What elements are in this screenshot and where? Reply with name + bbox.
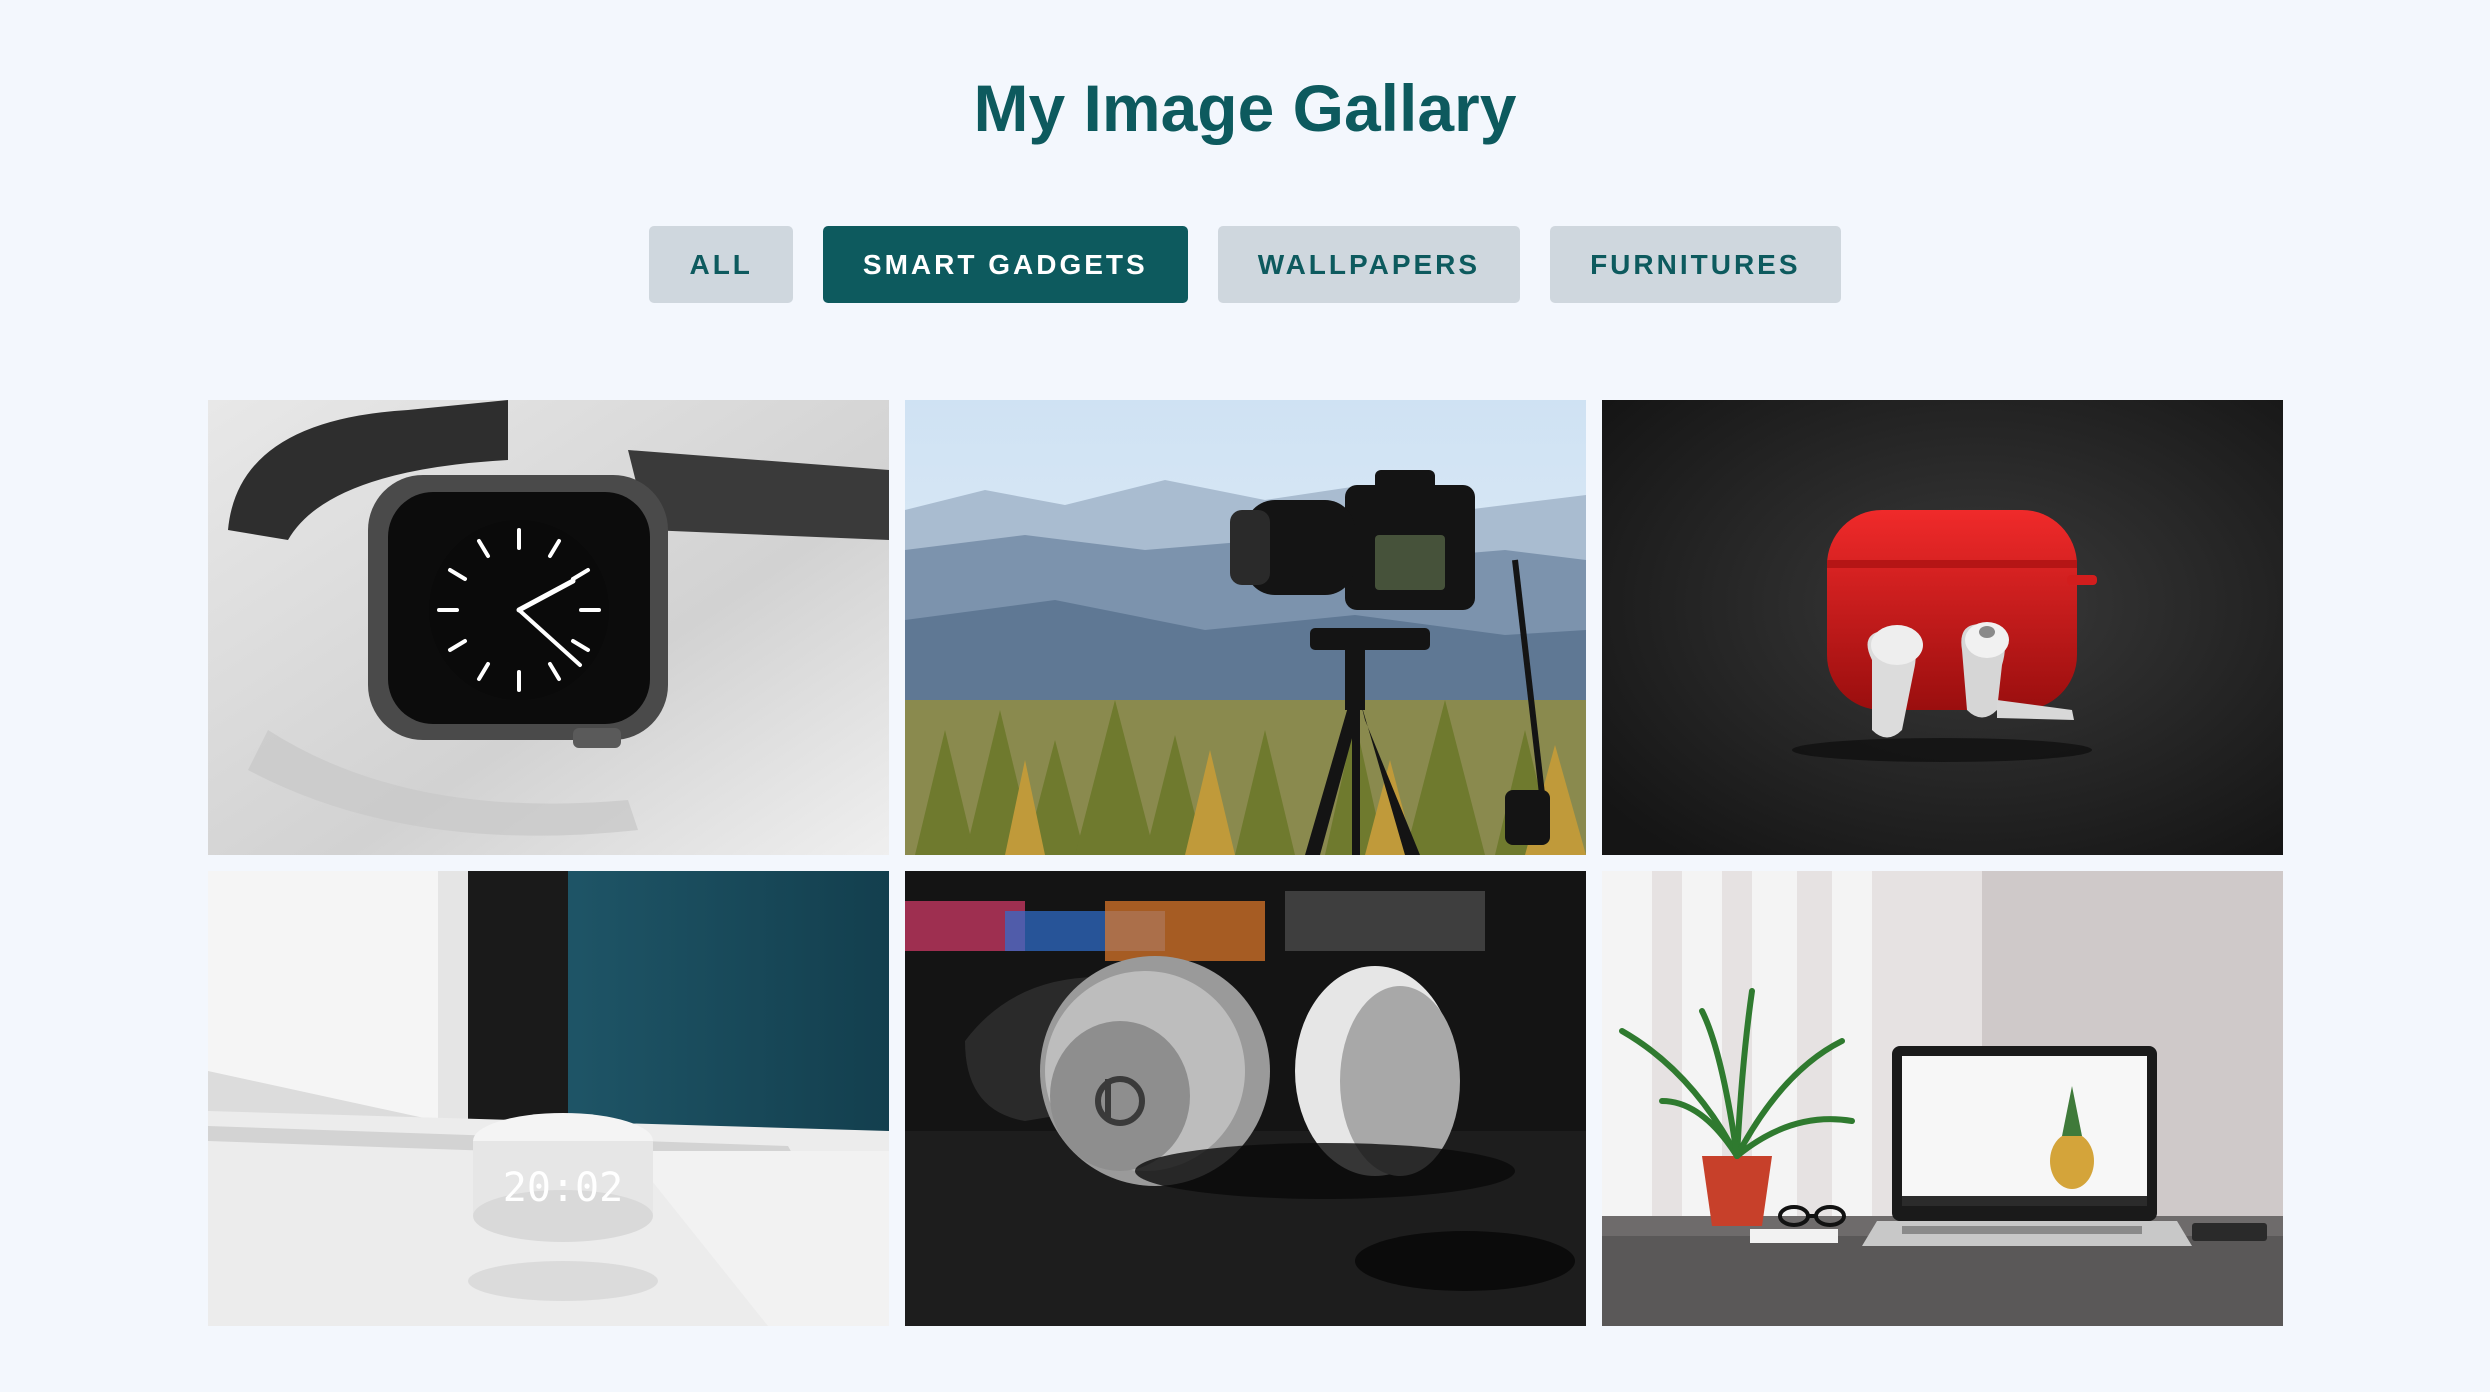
headphones-photo [905,871,1586,1326]
laptop-desk-photo [1602,871,2283,1326]
filter-all-button[interactable]: ALL [649,226,793,303]
gallery-image-smart-watch[interactable] [208,400,889,855]
earbuds-photo [1602,400,2283,855]
page-title: My Image Gallary [973,71,1517,145]
speaker-clock-display: 20:02 [503,1165,623,1211]
filter-furnitures-button[interactable]: FURNITURES [1550,226,1841,303]
gallery-image-earbuds[interactable] [1602,400,2283,855]
filter-bar: ALL SMART GADGETS WALLPAPERS FURNITURES [0,226,2490,303]
smart-speaker-photo: 20:02 [208,871,889,1326]
image-gallery: 20:02 [208,400,2284,1326]
gallery-image-camera[interactable] [905,400,1586,855]
filter-smart-gadgets-button[interactable]: SMART GADGETS [822,226,1188,303]
camera-photo [905,400,1586,855]
filter-wallpapers-button[interactable]: WALLPAPERS [1217,226,1521,303]
smart-watch-photo [208,400,889,855]
gallery-image-smart-speaker[interactable]: 20:02 [208,871,889,1326]
gallery-image-laptop-desk[interactable] [1602,871,2283,1326]
gallery-image-headphones[interactable] [905,871,1586,1326]
